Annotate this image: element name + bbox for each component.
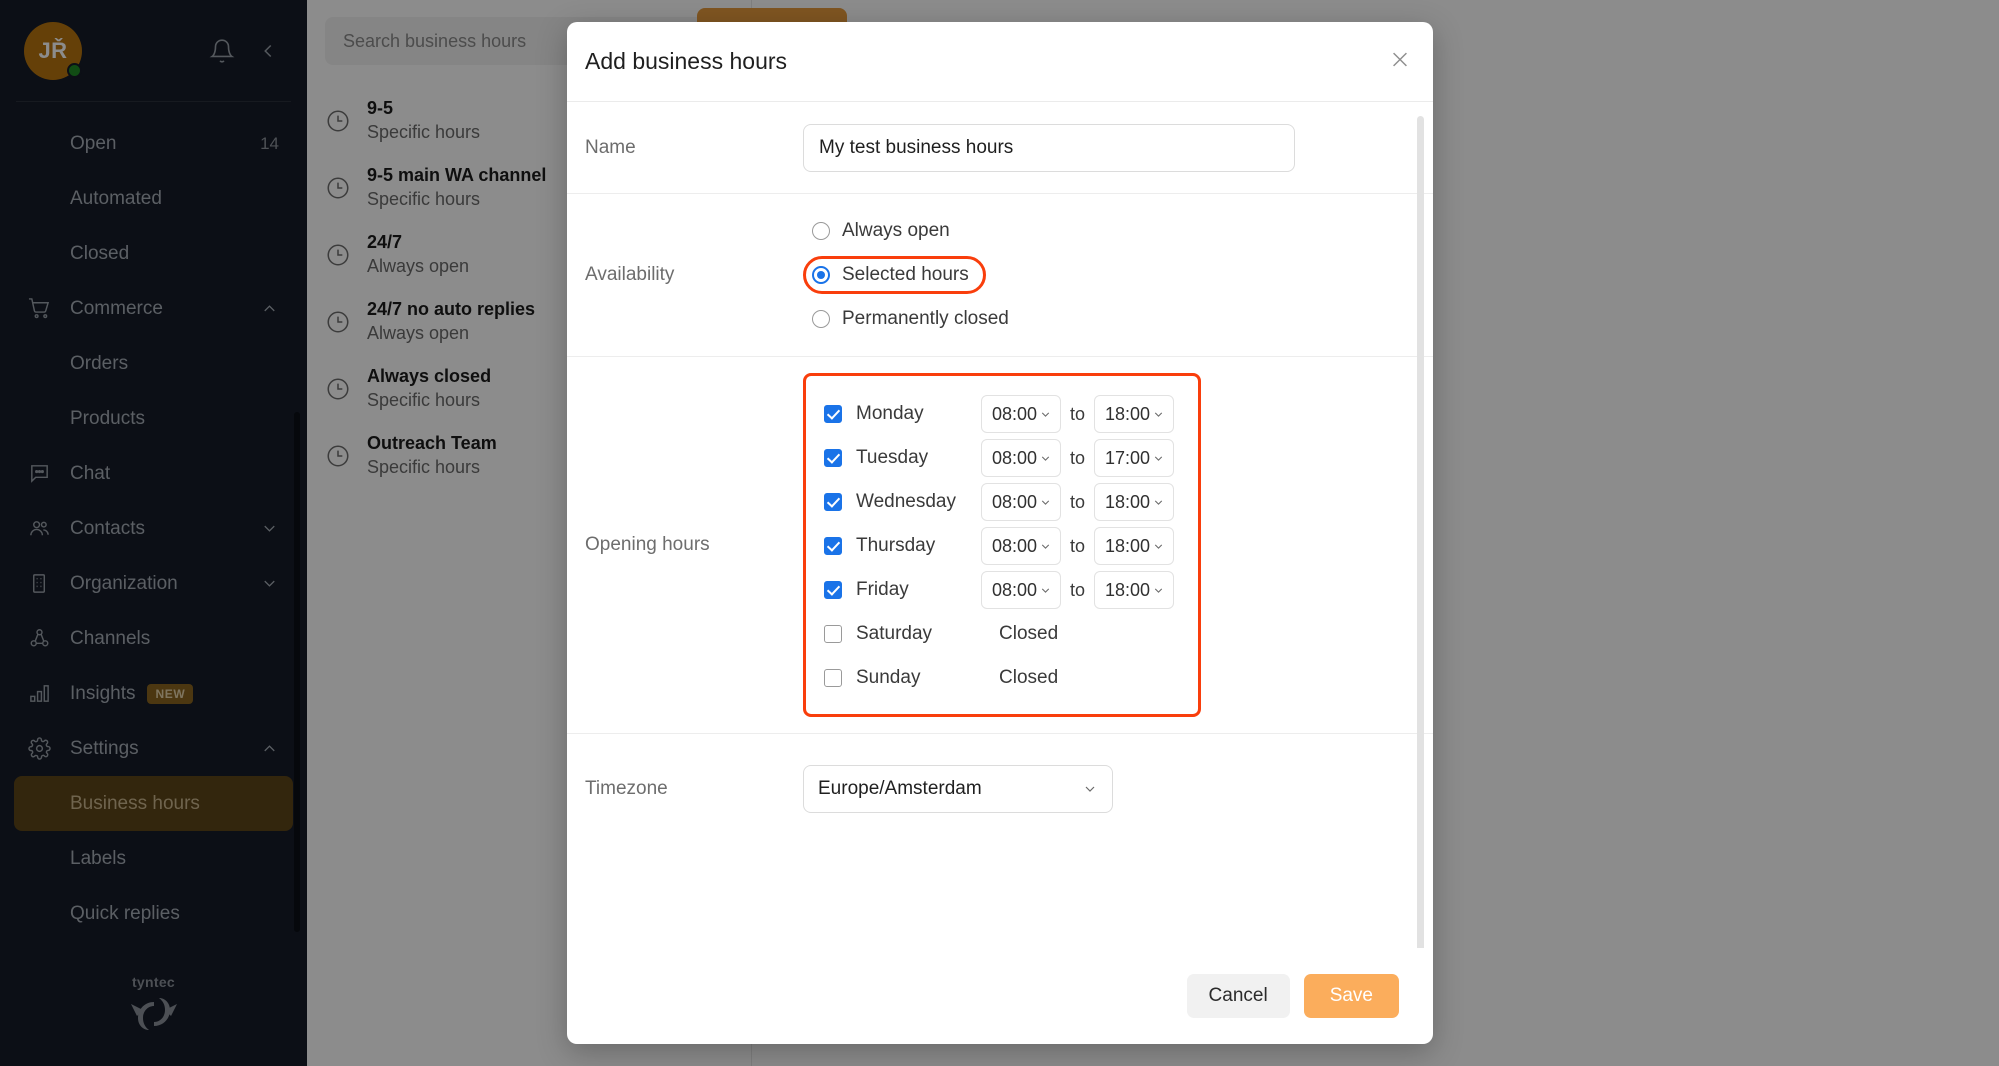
- from-time-value: 08:00: [992, 447, 1038, 468]
- opening-hours-box: Monday 08:00 to 18:00 Tuesday 08:00 to 1…: [803, 373, 1202, 717]
- day-row: Saturday Closed: [824, 612, 1174, 656]
- from-time-select-wednesday[interactable]: 08:00: [981, 483, 1061, 521]
- day-checkbox-monday[interactable]: [824, 405, 842, 423]
- availability-radio-group: Always open Selected hours Permanently c…: [803, 212, 1393, 338]
- chevron-down-icon: [1082, 781, 1098, 797]
- to-separator: to: [1070, 403, 1086, 424]
- availability-label: Availability: [585, 264, 675, 285]
- to-time-select-monday[interactable]: 18:00: [1094, 395, 1175, 433]
- chevron-down-icon: [1039, 584, 1052, 597]
- day-checkbox-tuesday[interactable]: [824, 449, 842, 467]
- to-time-select-tuesday[interactable]: 17:00: [1094, 439, 1175, 477]
- modal-footer: Cancel Save: [567, 948, 1433, 1044]
- from-time-select-friday[interactable]: 08:00: [981, 571, 1061, 609]
- to-time-select-wednesday[interactable]: 18:00: [1094, 483, 1175, 521]
- day-row: Wednesday 08:00 to 18:00: [824, 480, 1175, 524]
- to-separator: to: [1070, 491, 1086, 512]
- closed-status-saturday: Closed: [999, 623, 1059, 644]
- availability-row: Availability Always open Selected hours: [567, 194, 1433, 357]
- to-time-select-thursday[interactable]: 18:00: [1094, 527, 1175, 565]
- day-row: Sunday Closed: [824, 656, 1174, 700]
- to-time-value: 18:00: [1105, 403, 1151, 424]
- day-row: Monday 08:00 to 18:00: [824, 392, 1175, 436]
- close-icon[interactable]: [1389, 48, 1411, 75]
- day-label: Thursday: [856, 535, 936, 556]
- to-time-value: 18:00: [1105, 579, 1151, 600]
- day-row: Thursday 08:00 to 18:00: [824, 524, 1175, 568]
- day-label: Saturday: [856, 623, 933, 644]
- day-checkbox-friday[interactable]: [824, 581, 842, 599]
- from-time-value: 08:00: [992, 579, 1038, 600]
- chevron-down-icon: [1152, 408, 1165, 421]
- chevron-down-icon: [1152, 496, 1165, 509]
- to-time-value: 18:00: [1105, 535, 1151, 556]
- from-time-select-tuesday[interactable]: 08:00: [981, 439, 1061, 477]
- chevron-down-icon: [1039, 540, 1052, 553]
- from-time-select-monday[interactable]: 08:00: [981, 395, 1061, 433]
- chevron-down-icon: [1152, 452, 1165, 465]
- radio-icon: [812, 310, 830, 328]
- day-row: Tuesday 08:00 to 17:00: [824, 436, 1175, 480]
- app-root: JŘ Open 14 Automated Closed Commerce Ord…: [0, 0, 1999, 1066]
- to-separator: to: [1070, 579, 1086, 600]
- day-checkbox-thursday[interactable]: [824, 537, 842, 555]
- timezone-row: Timezone Europe/Amsterdam: [567, 734, 1433, 844]
- from-time-select-thursday[interactable]: 08:00: [981, 527, 1061, 565]
- closed-status-sunday: Closed: [999, 667, 1059, 688]
- timezone-value: Europe/Amsterdam: [818, 778, 982, 799]
- day-row: Friday 08:00 to 18:00: [824, 568, 1175, 612]
- day-label: Friday: [856, 579, 909, 600]
- radio-always-open[interactable]: Always open: [803, 212, 967, 250]
- save-button[interactable]: Save: [1303, 974, 1399, 1018]
- day-checkbox-saturday[interactable]: [824, 625, 842, 643]
- chevron-down-icon: [1039, 452, 1052, 465]
- name-label: Name: [585, 136, 636, 158]
- modal-body: Name My test business hours Availability…: [567, 102, 1433, 948]
- day-label: Sunday: [856, 667, 921, 688]
- radio-permanently-closed[interactable]: Permanently closed: [803, 300, 1026, 338]
- chevron-down-icon: [1039, 408, 1052, 421]
- radio-label: Permanently closed: [842, 308, 1009, 329]
- radio-label: Always open: [842, 220, 950, 241]
- radio-selected-hours[interactable]: Selected hours: [803, 256, 986, 294]
- modal-header: Add business hours: [567, 22, 1433, 102]
- name-input[interactable]: My test business hours: [803, 123, 1295, 172]
- radio-label: Selected hours: [842, 264, 969, 285]
- to-separator: to: [1070, 535, 1086, 556]
- from-time-value: 08:00: [992, 403, 1038, 424]
- chevron-down-icon: [1152, 540, 1165, 553]
- radio-icon: [812, 266, 830, 284]
- timezone-label: Timezone: [585, 778, 668, 799]
- day-checkbox-sunday[interactable]: [824, 669, 842, 687]
- to-time-value: 17:00: [1105, 447, 1151, 468]
- chevron-down-icon: [1039, 496, 1052, 509]
- day-label: Tuesday: [856, 447, 929, 468]
- day-checkbox-wednesday[interactable]: [824, 493, 842, 511]
- modal-title: Add business hours: [585, 48, 788, 74]
- chevron-down-icon: [1152, 584, 1165, 597]
- name-row: Name My test business hours: [567, 102, 1433, 194]
- to-separator: to: [1070, 447, 1086, 468]
- to-time-select-friday[interactable]: 18:00: [1094, 571, 1175, 609]
- modal-scrollbar[interactable]: [1417, 116, 1424, 948]
- opening-hours-row: Opening hours Monday 08:00 to 18:00 Tues…: [567, 357, 1433, 734]
- timezone-select[interactable]: Europe/Amsterdam: [803, 765, 1113, 813]
- to-time-value: 18:00: [1105, 491, 1151, 512]
- add-business-hours-modal: Add business hours Name My test business…: [567, 22, 1433, 1044]
- cancel-button[interactable]: Cancel: [1186, 974, 1290, 1018]
- from-time-value: 08:00: [992, 491, 1038, 512]
- day-label: Wednesday: [856, 491, 956, 512]
- from-time-value: 08:00: [992, 535, 1038, 556]
- radio-icon: [812, 222, 830, 240]
- name-input-value: My test business hours: [819, 136, 1014, 158]
- day-label: Monday: [856, 403, 924, 424]
- opening-hours-label: Opening hours: [585, 534, 710, 555]
